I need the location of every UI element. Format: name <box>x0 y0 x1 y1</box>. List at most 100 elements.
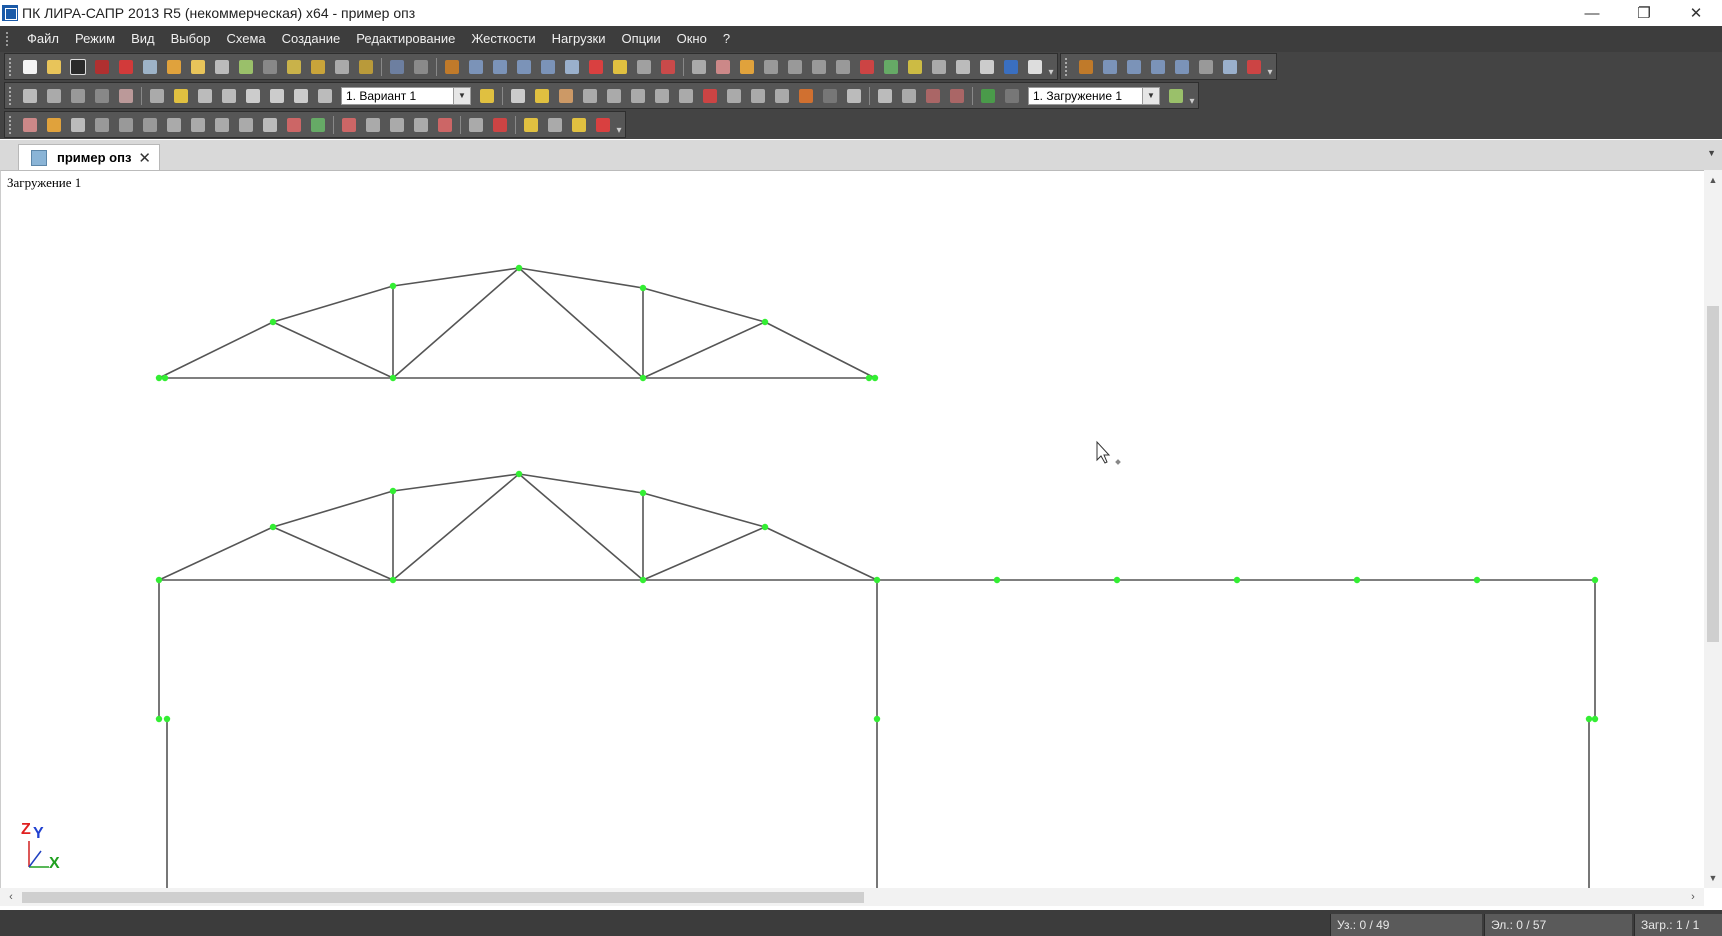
info-icon[interactable] <box>1000 56 1022 78</box>
element-table-icon[interactable] <box>386 114 408 136</box>
model-node[interactable] <box>865 374 873 382</box>
hook-icon[interactable] <box>115 85 137 107</box>
grid-icon[interactable] <box>259 56 281 78</box>
support-icon[interactable] <box>507 85 529 107</box>
flag-icon[interactable] <box>904 56 926 78</box>
menu-edit[interactable]: Редактирование <box>348 28 463 50</box>
load-distributed-icon[interactable] <box>723 85 745 107</box>
model-node[interactable] <box>269 523 277 531</box>
close-button[interactable]: ✕ <box>1670 0 1722 26</box>
zoom-out-icon[interactable] <box>784 56 806 78</box>
menu-mode[interactable]: Режим <box>67 28 123 50</box>
menu-window[interactable]: Окно <box>669 28 715 50</box>
fit-icon[interactable] <box>832 56 854 78</box>
vertical-scroll-thumb[interactable] <box>1707 306 1719 642</box>
delete-icon[interactable] <box>489 114 511 136</box>
node-table-icon[interactable] <box>362 114 384 136</box>
grid-icon[interactable] <box>19 85 41 107</box>
model-node[interactable] <box>389 487 397 495</box>
mosaic-icon[interactable] <box>946 85 968 107</box>
model-node[interactable] <box>1591 576 1599 584</box>
link-icon[interactable] <box>579 85 601 107</box>
load-table-icon[interactable] <box>771 85 793 107</box>
table-edit-icon[interactable] <box>843 85 865 107</box>
flag-icon[interactable] <box>307 114 329 136</box>
select-element-icon[interactable] <box>43 114 65 136</box>
filter-sections-icon[interactable] <box>331 56 353 78</box>
deformation-icon[interactable] <box>922 85 944 107</box>
pencil-icon[interactable] <box>476 85 498 107</box>
unify-icon[interactable] <box>651 85 673 107</box>
fragment-icon[interactable] <box>259 114 281 136</box>
model-node[interactable] <box>1353 576 1361 584</box>
projection-xz-icon[interactable] <box>1099 56 1121 78</box>
element-add-icon[interactable] <box>242 85 264 107</box>
horizontal-scrollbar[interactable]: ‹ › <box>0 888 1704 906</box>
model-node[interactable] <box>389 374 397 382</box>
minimize-button[interactable]: — <box>1566 0 1618 26</box>
help-icon[interactable] <box>1024 56 1046 78</box>
filter-icon[interactable] <box>688 56 710 78</box>
query-icon[interactable] <box>235 56 257 78</box>
zoom-window-icon[interactable] <box>139 114 161 136</box>
rotate-view-icon[interactable] <box>1219 56 1241 78</box>
projection-iso-icon[interactable] <box>537 56 559 78</box>
member-element[interactable] <box>272 490 394 528</box>
model-node[interactable] <box>389 282 397 290</box>
perspective-icon[interactable] <box>1195 56 1217 78</box>
model-node[interactable] <box>1591 715 1599 723</box>
stiffness-icon[interactable] <box>555 85 577 107</box>
member-element[interactable] <box>642 321 766 379</box>
beam-icon[interactable] <box>91 85 113 107</box>
save-icon[interactable] <box>67 56 89 78</box>
palette-icon[interactable] <box>795 85 817 107</box>
filter-nodes-icon[interactable] <box>283 56 305 78</box>
select-node-icon[interactable] <box>19 114 41 136</box>
select-icon[interactable] <box>712 56 734 78</box>
new-file-icon[interactable] <box>19 56 41 78</box>
zoom-in-icon[interactable] <box>91 114 113 136</box>
model-node[interactable] <box>161 374 169 382</box>
menu-select[interactable]: Выбор <box>163 28 219 50</box>
node-copy-icon[interactable] <box>218 85 240 107</box>
copy-icon[interactable] <box>952 56 974 78</box>
grid-icon[interactable] <box>67 114 89 136</box>
member-element[interactable] <box>272 321 394 379</box>
search-icon[interactable] <box>465 114 487 136</box>
menu-create[interactable]: Создание <box>274 28 349 50</box>
member-element[interactable] <box>764 321 876 379</box>
chevron-down-icon[interactable]: ▼ <box>453 87 470 104</box>
local-axes-icon[interactable] <box>627 85 649 107</box>
axis-marker-icon[interactable] <box>928 56 950 78</box>
pan-icon[interactable] <box>163 114 185 136</box>
pan-icon[interactable] <box>736 56 758 78</box>
model-node[interactable] <box>155 576 163 584</box>
member-element[interactable] <box>392 267 520 379</box>
compute-icon[interactable] <box>874 85 896 107</box>
load-force-icon[interactable] <box>699 85 721 107</box>
member-element[interactable] <box>158 321 274 379</box>
member-element[interactable] <box>642 287 766 323</box>
open-folder-icon[interactable] <box>43 56 65 78</box>
pack-icon[interactable] <box>675 85 697 107</box>
model-node[interactable] <box>761 523 769 531</box>
rotate-icon[interactable] <box>187 56 209 78</box>
projection-xy-icon[interactable] <box>513 56 535 78</box>
filter-loads-icon[interactable] <box>355 56 377 78</box>
draw-line-icon[interactable] <box>314 85 336 107</box>
scroll-up-icon[interactable]: ▲ <box>1704 172 1722 188</box>
mesh-icon[interactable] <box>67 85 89 107</box>
section-icon[interactable] <box>520 114 542 136</box>
pencil-icon[interactable] <box>568 114 590 136</box>
zoom-window-icon[interactable] <box>808 56 830 78</box>
scroll-right-icon[interactable]: › <box>1684 888 1702 906</box>
tab-list-chevron-icon[interactable]: ▼ <box>1707 148 1716 158</box>
undo-icon[interactable] <box>386 56 408 78</box>
member-element[interactable] <box>158 526 274 581</box>
load-settings-icon[interactable] <box>1165 85 1187 107</box>
rigid-insert-icon[interactable] <box>603 85 625 107</box>
view-axis-icon[interactable] <box>441 56 463 78</box>
rotate-view-icon[interactable] <box>561 56 583 78</box>
model-node[interactable] <box>515 470 523 478</box>
fit-icon[interactable] <box>187 114 209 136</box>
